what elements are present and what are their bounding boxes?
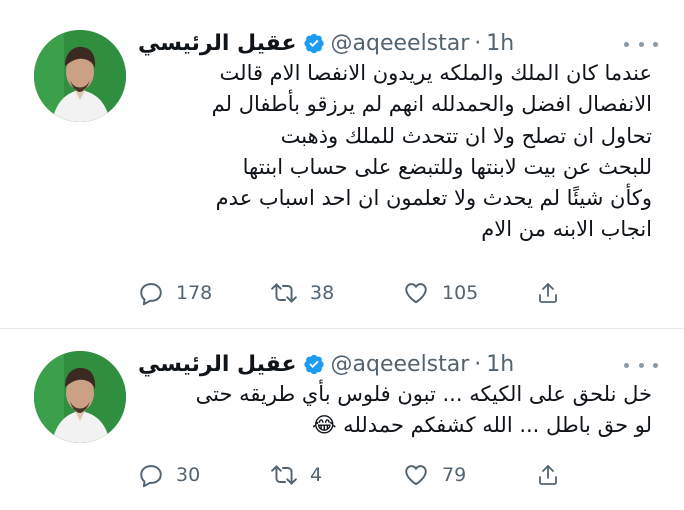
retweet-count: 4 [310, 464, 323, 486]
avatar[interactable] [34, 30, 126, 122]
like-icon [405, 465, 427, 486]
reply-count: 30 [176, 464, 201, 486]
retweet-button[interactable]: 38 [270, 278, 334, 308]
separator-dot: · [474, 351, 482, 377]
like-icon [405, 283, 427, 304]
verified-badge-icon [303, 353, 325, 375]
author-handle[interactable]: @aqeeelstar [331, 31, 470, 56]
reply-icon [140, 283, 162, 306]
verified-badge-icon [303, 32, 325, 54]
like-button[interactable]: 105 [402, 278, 478, 308]
timestamp[interactable]: 1h [486, 31, 514, 56]
more-options-icon[interactable] [624, 353, 658, 377]
avatar-photo [34, 351, 126, 443]
reply-button[interactable]: 30 [138, 460, 200, 490]
retweet-icon [271, 465, 297, 485]
share-icon [539, 465, 557, 485]
tweet-actions: 30 4 79 [138, 460, 578, 490]
retweet-icon [271, 283, 297, 303]
like-count: 105 [442, 282, 479, 304]
like-button[interactable]: 79 [402, 460, 466, 490]
share-button[interactable] [536, 460, 560, 490]
tweet-header: عقيل الرئيسي @aqeeelstar · 1h [138, 347, 514, 381]
share-button[interactable] [536, 278, 560, 308]
tweet[interactable]: عقيل الرئيسي @aqeeelstar · 1h عندما كان … [0, 0, 684, 328]
retweet-count: 38 [310, 282, 335, 304]
author-name[interactable]: عقيل الرئيسي [138, 352, 297, 377]
avatar[interactable] [34, 351, 126, 443]
retweet-button[interactable]: 4 [270, 460, 322, 490]
tweet[interactable]: عقيل الرئيسي @aqeeelstar · 1h خل نلحق عل… [0, 329, 684, 510]
tweet-text: خل نلحق على الكيكه ... تبون فلوس بأي طري… [195, 382, 652, 438]
avatar-photo [34, 30, 126, 122]
tweet-actions: 178 38 105 [138, 278, 578, 308]
tweet-text: عندما كان الملك والملكه يريدون الانفصا ا… [211, 61, 652, 242]
separator-dot: · [474, 30, 482, 56]
author-name[interactable]: عقيل الرئيسي [138, 31, 297, 56]
more-options-icon[interactable] [624, 32, 658, 56]
author-handle[interactable]: @aqeeelstar [331, 352, 470, 377]
timestamp[interactable]: 1h [486, 352, 514, 377]
reply-button[interactable]: 178 [138, 278, 212, 308]
like-count: 79 [442, 464, 467, 486]
reply-icon [140, 465, 162, 488]
tweet-header: عقيل الرئيسي @aqeeelstar · 1h [138, 26, 514, 60]
reply-count: 178 [176, 282, 213, 304]
share-icon [539, 283, 557, 303]
